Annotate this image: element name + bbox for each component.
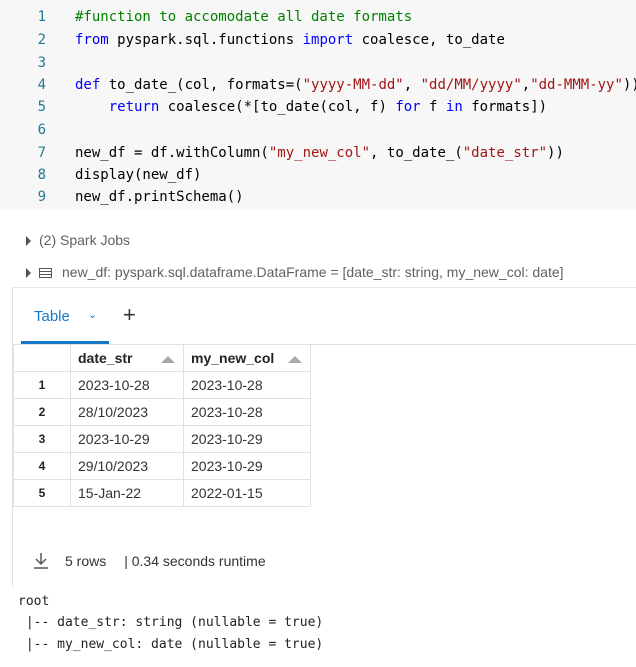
spark-jobs-toggle[interactable]: (2) Spark Jobs (26, 232, 130, 248)
schema-root: root (18, 594, 50, 609)
code-text: to_date_(col, formats=( (100, 77, 303, 93)
row-index-header (13, 344, 71, 372)
table-row: 3 2023-10-29 2023-10-29 (13, 425, 311, 453)
line-number: 7 (37, 145, 46, 161)
schema-field-my-new-col: |-- my_new_col: date (nullable = true) (18, 637, 324, 652)
cell-date-str[interactable]: 15-Jan-22 (70, 479, 184, 507)
line-number: 4 (37, 77, 46, 93)
line-number: 8 (37, 167, 46, 183)
code-text: )): (622, 77, 636, 93)
cell-date-str[interactable]: 28/10/2023 (70, 398, 184, 426)
string-literal: "dd-MMM-yy" (530, 77, 623, 93)
table-header-row: date_str my_new_col (13, 344, 311, 372)
keyword: in (445, 99, 463, 115)
keyword: def (75, 77, 101, 93)
column-header-my-new-col[interactable]: my_new_col (183, 344, 311, 372)
dataframe-info-toggle[interactable]: new_df: pyspark.sql.dataframe.DataFrame … (26, 264, 564, 280)
row-index: 3 (13, 425, 71, 453)
line-number: 9 (37, 189, 46, 205)
line-number: 6 (37, 122, 46, 138)
code-text: , (403, 77, 421, 93)
code-text: )) (547, 145, 564, 161)
string-literal: "my_new_col" (268, 145, 371, 161)
column-header-date-str[interactable]: date_str (70, 344, 184, 372)
row-index: 2 (13, 398, 71, 426)
sort-icon[interactable] (161, 356, 175, 363)
code-text: display(new_df) (75, 167, 202, 183)
row-count: 5 rows (65, 553, 107, 570)
add-visualization-button[interactable]: + (123, 302, 136, 328)
string-literal: "date_str" (462, 145, 548, 161)
keyword: return (108, 99, 160, 115)
code-comment: #function to accomodate all date formats (75, 9, 413, 25)
code-line-8: 8 display(new_df) (0, 164, 202, 186)
code-cell[interactable]: 1 #function to accomodate all date format… (0, 0, 636, 210)
code-text: pyspark.sql.functions (108, 32, 303, 48)
row-index: 4 (13, 452, 71, 480)
code-line-1: 1 #function to accomodate all date format… (0, 6, 413, 28)
result-footer: 5 rows | 0.34 seconds runtime (12, 552, 266, 573)
table-row: 5 15-Jan-22 2022-01-15 (13, 479, 311, 507)
line-number: 2 (37, 32, 46, 48)
chevron-down-icon[interactable]: ⌄ (88, 308, 97, 321)
cell-date-str[interactable]: 2023-10-29 (70, 425, 184, 453)
download-icon[interactable] (33, 552, 49, 573)
code-line-2: 2 from pyspark.sql.functions import coale… (0, 29, 505, 51)
row-index: 5 (13, 479, 71, 507)
line-number: 5 (37, 99, 46, 115)
tab-table[interactable]: Table (34, 308, 70, 325)
code-text: new_df = df.withColumn( (75, 145, 269, 161)
code-text: , (521, 77, 531, 93)
cell-my-new-col[interactable]: 2023-10-28 (183, 371, 311, 399)
code-text: f (420, 99, 446, 115)
code-text: coalesce, to_date (353, 32, 505, 48)
code-line-3: 3 (0, 52, 75, 74)
schema-field-date-str: |-- date_str: string (nullable = true) (18, 615, 324, 630)
table-row: 2 28/10/2023 2023-10-28 (13, 398, 311, 426)
code-line-6: 6 (0, 119, 75, 141)
string-literal: "yyyy-MM-dd" (302, 77, 404, 93)
string-literal: "dd/MM/yyyy" (420, 77, 522, 93)
row-index: 1 (13, 371, 71, 399)
keyword: from (75, 32, 109, 48)
code-text: formats]) (462, 99, 548, 115)
cell-my-new-col[interactable]: 2023-10-29 (183, 452, 311, 480)
cell-my-new-col[interactable]: 2022-01-15 (183, 479, 311, 507)
code-line-5: 5 return coalesce(*[to_date(col, f) for … (0, 96, 548, 118)
cell-my-new-col[interactable]: 2023-10-29 (183, 425, 311, 453)
table-row: 1 2023-10-28 2023-10-28 (13, 371, 311, 399)
expand-triangle-icon (26, 236, 31, 247)
cell-my-new-col[interactable]: 2023-10-28 (183, 398, 311, 426)
cell-date-str[interactable]: 2023-10-28 (70, 371, 184, 399)
table-icon (39, 268, 52, 279)
line-number: 1 (37, 9, 46, 25)
code-text: new_df.printSchema() (75, 189, 244, 205)
code-line-9: 9 new_df.printSchema() (0, 186, 244, 208)
column-header-label: my_new_col (191, 350, 275, 366)
keyword: for (395, 99, 421, 115)
expand-triangle-icon (26, 268, 31, 279)
code-line-7: 7 new_df = df.withColumn("my_new_col", to… (0, 142, 564, 164)
result-panel: Table ⌄ + date_str my_new_col 1 2023-10-… (12, 287, 636, 587)
sort-icon[interactable] (288, 356, 302, 363)
cell-date-str[interactable]: 29/10/2023 (70, 452, 184, 480)
line-number: 3 (37, 55, 46, 71)
code-text: , to_date_( (370, 145, 463, 161)
table-row: 4 29/10/2023 2023-10-29 (13, 452, 311, 480)
results-table: date_str my_new_col 1 2023-10-28 2023-10… (13, 344, 311, 507)
dataframe-schema-label: new_df: pyspark.sql.dataframe.DataFrame … (62, 264, 564, 280)
code-text: coalesce(*[to_date(col, f) (159, 99, 396, 115)
runtime-label: | 0.34 seconds runtime (124, 553, 266, 570)
code-line-4: 4 def to_date_(col, formats=("yyyy-MM-dd"… (0, 74, 636, 96)
column-header-label: date_str (78, 350, 133, 366)
spark-jobs-label: (2) Spark Jobs (39, 232, 131, 248)
keyword: import (302, 32, 354, 48)
